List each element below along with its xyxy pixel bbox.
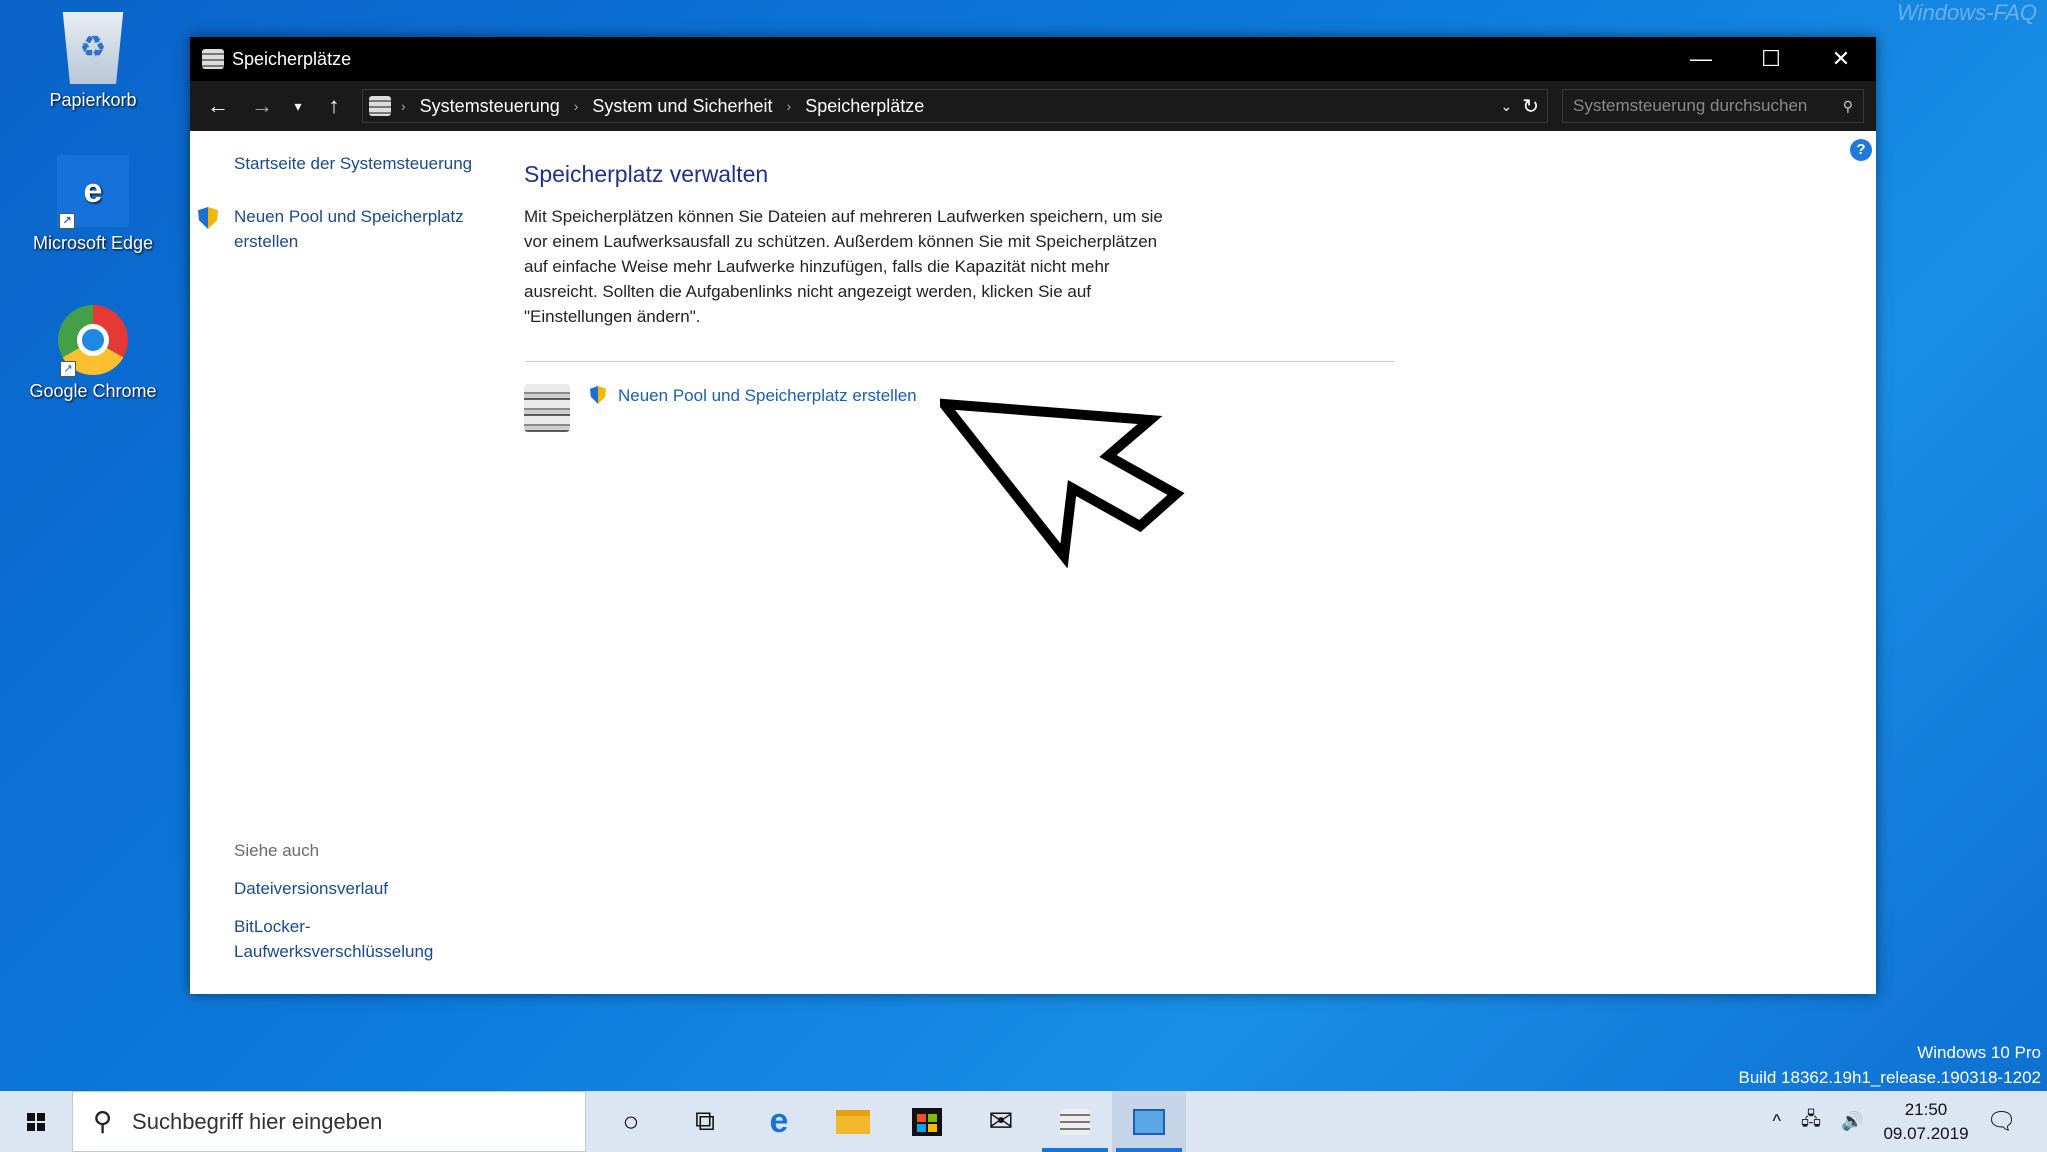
address-bar-row: ← → ▾ ↑ › Systemsteuerung › System und S… — [190, 81, 1876, 131]
mail-icon: ✉ — [988, 1105, 1014, 1138]
divider — [526, 361, 1394, 362]
up-arrow-icon[interactable]: ↑ — [312, 93, 356, 119]
windows-edition: Windows 10 Pro — [1917, 1043, 2041, 1062]
help-icon[interactable]: ? — [1850, 139, 1872, 161]
shortcut-arrow-icon: ↗ — [60, 361, 76, 377]
show-hidden-icons-chevron-icon[interactable]: ^ — [1772, 1111, 1780, 1132]
page-description: Mit Speicherplätzen können Sie Dateien a… — [524, 207, 1163, 326]
file-history-link[interactable]: Dateiversionsverlauf — [234, 876, 388, 901]
taskbar-explorer-button[interactable] — [816, 1091, 890, 1152]
create-pool-link[interactable]: Neuen Pool und Speicherplatz erstellen — [234, 204, 494, 254]
bitlocker-link[interactable]: BitLocker-Laufwerksverschlüsselung — [234, 914, 484, 964]
main-pane: Speicherplatz verwalten Mit Speicherplät… — [524, 161, 1394, 432]
recent-locations-chevron-icon[interactable]: ▾ — [284, 98, 312, 115]
taskbar-mail-button[interactable]: ✉ — [964, 1091, 1038, 1152]
search-placeholder: Systemsteuerung durchsuchen — [1573, 96, 1808, 115]
desktop-icon-microsoft-edge[interactable]: e ↗ Microsoft Edge — [18, 155, 168, 254]
start-button[interactable] — [0, 1091, 72, 1152]
left-nav-pane: Startseite der Systemsteuerung Neuen Poo… — [190, 131, 510, 994]
desktop-icon-label: Google Chrome — [29, 381, 157, 401]
task-view-icon: ⧉ — [695, 1105, 715, 1136]
back-arrow-icon[interactable]: ← — [196, 93, 240, 119]
cortana-circle-icon: ○ — [622, 1105, 640, 1137]
shortcut-arrow-icon: ↗ — [59, 213, 75, 229]
volume-icon[interactable]: 🔊 — [1841, 1111, 1863, 1132]
taskbar-control-panel-button[interactable] — [1112, 1091, 1186, 1152]
title-bar[interactable]: Speicherplätze — ☐ ✕ — [190, 37, 1876, 81]
desktop-icon-google-chrome[interactable]: ↗ Google Chrome — [18, 305, 168, 402]
watermark: Windows-FAQ — [1897, 0, 2037, 25]
taskbar: ⚲ Suchbegriff hier eingeben ○ ⧉ e ✉ ^ 🖧 … — [0, 1091, 2047, 1152]
breadcrumb-storage-spaces[interactable]: Speicherplätze — [805, 96, 924, 117]
address-bar[interactable]: › Systemsteuerung › System und Sicherhei… — [362, 89, 1548, 123]
taskbar-store-button[interactable] — [890, 1091, 964, 1152]
uac-shield-icon — [198, 207, 218, 229]
close-button[interactable]: ✕ — [1806, 37, 1876, 81]
refresh-icon[interactable]: ↻ — [1522, 94, 1539, 119]
search-icon[interactable]: ⚲ — [1843, 98, 1853, 115]
network-icon[interactable]: 🖧 — [1801, 1107, 1821, 1137]
uac-shield-icon — [590, 386, 606, 404]
system-tray: ^ 🖧 🔊 21:50 09.07.2019 🗨 — [1762, 1091, 2047, 1152]
breadcrumb-separator-icon[interactable]: › — [401, 98, 406, 114]
cursor-arrow-icon — [940, 398, 1185, 568]
desktop-icon-recycle-bin[interactable]: Papierkorb — [18, 12, 168, 111]
taskbar-search-placeholder: Suchbegriff hier eingeben — [132, 1108, 383, 1134]
clock-time: 21:50 — [1904, 1099, 1948, 1119]
storage-spaces-location-icon — [369, 96, 391, 116]
forward-arrow-icon[interactable]: → — [240, 93, 284, 119]
windows-version-watermark: Windows 10 Pro Build 18362.19h1_release.… — [1739, 1040, 2041, 1090]
storage-spaces-icon — [202, 49, 224, 69]
taskbar-edge-button[interactable]: e — [742, 1091, 816, 1152]
edge-icon: e — [769, 1102, 789, 1140]
taskbar-search-box[interactable]: ⚲ Suchbegriff hier eingeben — [72, 1091, 586, 1152]
desktop-icon-label: Microsoft Edge — [32, 233, 154, 253]
create-pool-task-link[interactable]: Neuen Pool und Speicherplatz erstellen — [618, 384, 917, 408]
storage-drives-icon — [524, 384, 570, 432]
desktop-icon-label: Papierkorb — [49, 90, 137, 110]
search-icon: ⚲ — [93, 1106, 113, 1136]
maximize-button[interactable]: ☐ — [1736, 37, 1806, 81]
breadcrumb-separator-icon[interactable]: › — [574, 98, 579, 114]
clock-date: 09.07.2019 — [1883, 1123, 1969, 1143]
breadcrumb-control-panel[interactable]: Systemsteuerung — [420, 96, 560, 117]
taskbar-clock[interactable]: 21:50 09.07.2019 — [1883, 1098, 1968, 1146]
edge-icon: e ↗ — [57, 155, 129, 229]
address-history-chevron-icon[interactable]: ⌄ — [1501, 98, 1513, 115]
see-also-heading: Siehe auch — [234, 841, 320, 860]
window-title: Speicherplätze — [232, 48, 352, 69]
action-center-icon[interactable]: 🗨 — [1987, 1107, 2017, 1136]
windows-logo-icon — [27, 1112, 45, 1131]
recycle-bin-icon — [62, 12, 124, 84]
file-explorer-icon — [836, 1109, 870, 1134]
minimize-button[interactable]: — — [1666, 37, 1736, 81]
cortana-button[interactable]: ○ — [594, 1091, 668, 1152]
windows-build: Build 18362.19h1_release.190318-1202 — [1738, 1068, 2041, 1087]
control-panel-home-link[interactable]: Startseite der Systemsteuerung — [234, 151, 472, 176]
left-nav-create-pool: Neuen Pool und Speicherplatz erstellen — [198, 204, 494, 254]
taskbar-storage-spaces-button[interactable] — [1038, 1091, 1112, 1152]
task-view-button[interactable]: ⧉ — [668, 1091, 742, 1152]
breadcrumb-separator-icon[interactable]: › — [787, 98, 792, 114]
chrome-icon: ↗ — [58, 305, 128, 377]
control-panel-icon — [1133, 1108, 1165, 1135]
storage-spaces-icon — [1060, 1108, 1090, 1135]
control-panel-search-input[interactable]: Systemsteuerung durchsuchen ⚲ — [1562, 89, 1864, 123]
page-title: Speicherplatz verwalten — [524, 161, 769, 187]
breadcrumb-system-security[interactable]: System und Sicherheit — [592, 96, 772, 117]
store-icon — [912, 1107, 942, 1136]
